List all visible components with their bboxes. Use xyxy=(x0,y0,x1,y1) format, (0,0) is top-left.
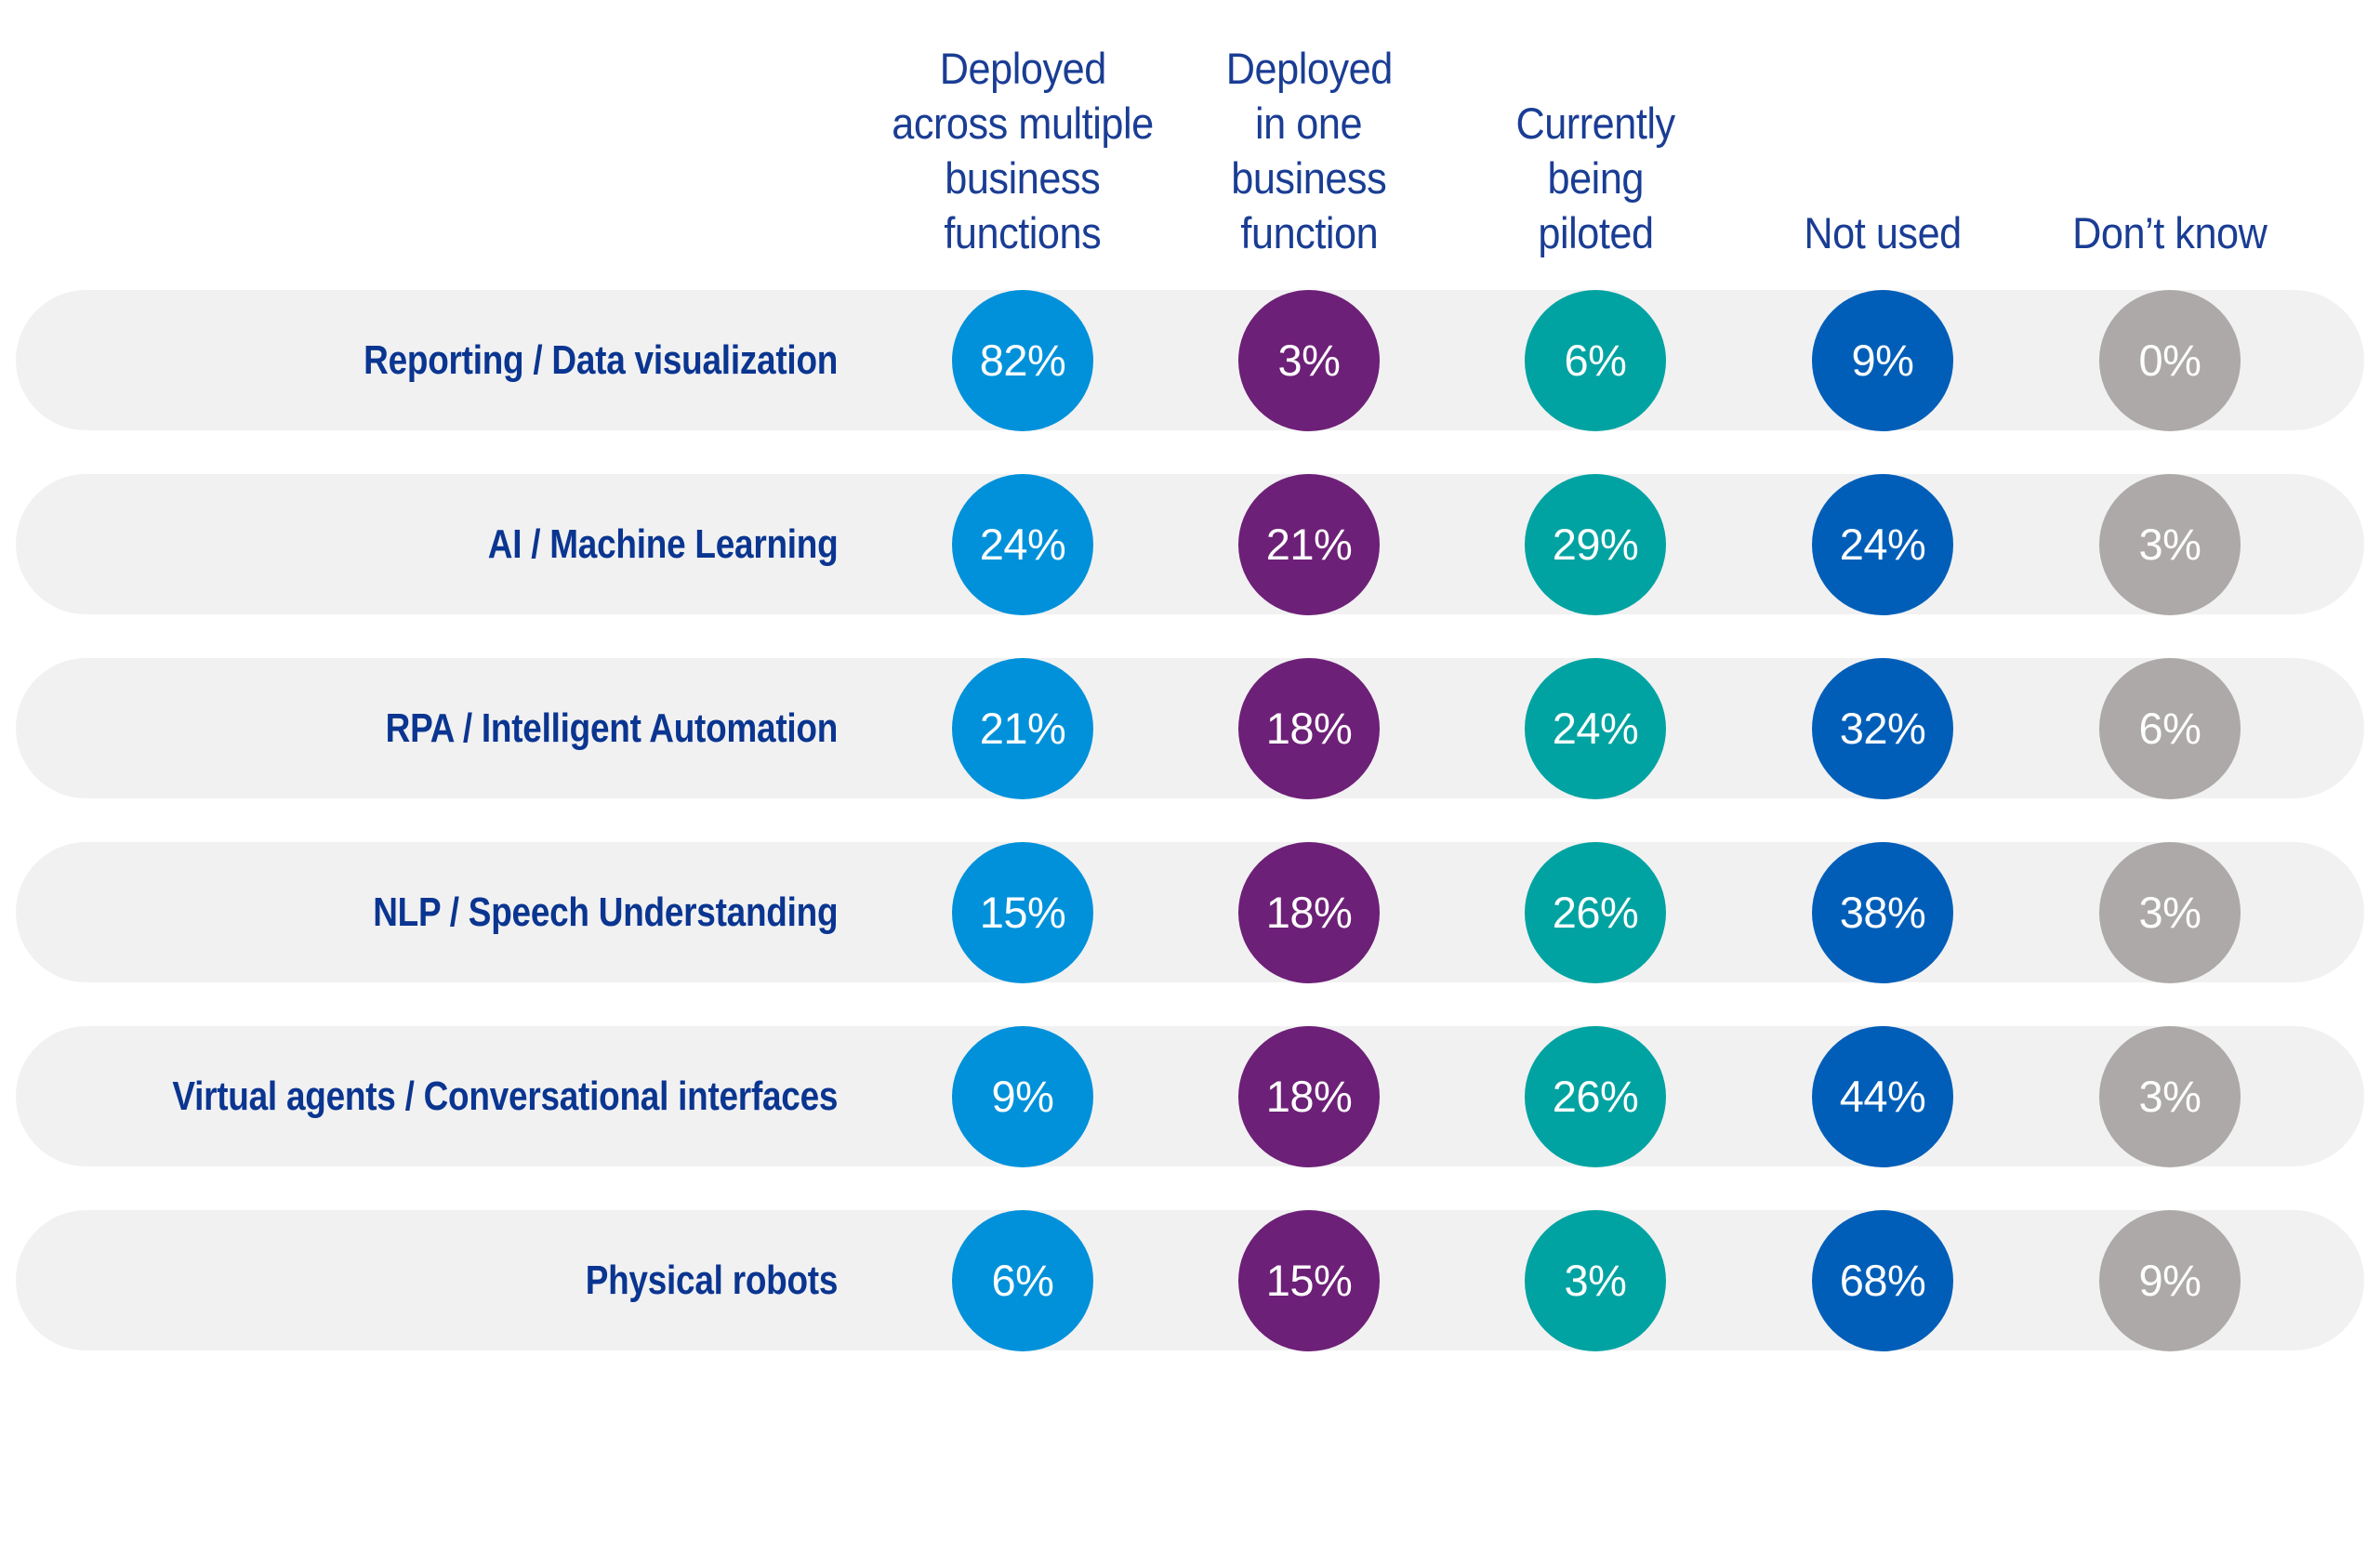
value-label: 3% xyxy=(1564,1256,1627,1305)
value-bubble-one: 3% xyxy=(1238,289,1380,431)
value-label: 3% xyxy=(1277,336,1341,385)
value-bubble-pilot: 26% xyxy=(1525,841,1666,983)
value-bubble-multi: 82% xyxy=(952,289,1093,431)
value-label: 3% xyxy=(2138,520,2202,569)
column-header-line: piloted xyxy=(1537,208,1654,257)
value-label: 38% xyxy=(1839,888,1926,937)
value-label: 9% xyxy=(2138,1256,2202,1305)
value-bubble-one: 15% xyxy=(1238,1209,1380,1351)
row-label: NLP / Speech Understanding xyxy=(372,889,838,935)
row-label: AI / Machine Learning xyxy=(487,520,838,567)
column-header-line: being xyxy=(1547,153,1644,203)
column-header-line: functions xyxy=(944,208,1102,257)
column-header-one: Deployed in one business function xyxy=(1151,37,1467,260)
value-label: 9% xyxy=(1851,336,1914,385)
value-label: 0% xyxy=(2138,336,2202,385)
technology-adoption-chart: Deployed across multiple business functions… xyxy=(0,0,2380,1554)
value-bubble-notused: 68% xyxy=(1812,1209,1953,1351)
value-label: 26% xyxy=(1552,888,1639,937)
value-label: 15% xyxy=(979,888,1066,937)
value-bubble-one: 18% xyxy=(1238,841,1380,983)
value-label: 9% xyxy=(991,1072,1054,1121)
row-background xyxy=(16,1210,2364,1350)
value-bubble-notused: 9% xyxy=(1812,289,1953,431)
value-bubble-dontknow: 6% xyxy=(2099,657,2241,799)
value-label: 6% xyxy=(1564,336,1627,385)
column-header-line: Currently xyxy=(1515,99,1675,148)
value-bubble-dontknow: 3% xyxy=(2099,841,2241,983)
value-bubble-one: 21% xyxy=(1238,473,1380,615)
value-bubble-pilot: 29% xyxy=(1525,473,1666,615)
row-label: Reporting / Data visualization xyxy=(364,336,838,383)
value-bubble-notused: 32% xyxy=(1812,657,1953,799)
column-header-dontknow: Don’t know xyxy=(2012,37,2328,260)
row-label: RPA / Intelligent Automation xyxy=(385,705,839,751)
row-label: Virtual agents / Conversational interfac… xyxy=(172,1073,838,1119)
column-header-line: Deployed xyxy=(1225,44,1393,93)
value-label: 18% xyxy=(1265,704,1353,753)
value-label: 29% xyxy=(1552,520,1639,569)
value-label: 18% xyxy=(1265,1072,1353,1121)
value-label: 68% xyxy=(1839,1256,1926,1305)
value-label: 6% xyxy=(991,1256,1054,1305)
value-bubble-one: 18% xyxy=(1238,1025,1380,1167)
value-bubble-dontknow: 0% xyxy=(2099,289,2241,431)
value-bubble-multi: 9% xyxy=(952,1025,1093,1167)
value-label: 15% xyxy=(1265,1256,1353,1305)
column-header-line: business xyxy=(945,153,1101,203)
value-bubble-dontknow: 3% xyxy=(2099,473,2241,615)
row-background xyxy=(16,474,2364,614)
value-label: 26% xyxy=(1552,1072,1639,1121)
value-bubble-multi: 15% xyxy=(952,841,1093,983)
value-label: 6% xyxy=(2138,704,2202,753)
row-background xyxy=(16,842,2364,982)
column-header-pilot: Currently being piloted xyxy=(1437,37,1753,260)
column-header-line: Don’t know xyxy=(2072,208,2268,257)
row-label: Physical robots xyxy=(585,1257,839,1303)
value-bubble-multi: 21% xyxy=(952,657,1093,799)
column-header-line: Not used xyxy=(1804,208,1962,257)
value-bubble-notused: 38% xyxy=(1812,841,1953,983)
value-bubble-dontknow: 3% xyxy=(2099,1025,2241,1167)
column-header-multi: Deployed across multiple business functions xyxy=(865,37,1181,260)
value-bubble-notused: 44% xyxy=(1812,1025,1953,1167)
column-header-notused: Not used xyxy=(1725,37,2041,260)
value-label: 3% xyxy=(2138,1072,2202,1121)
value-label: 82% xyxy=(979,336,1066,385)
value-label: 21% xyxy=(1265,520,1353,569)
column-header-line: across multiple xyxy=(892,99,1154,148)
value-bubble-one: 18% xyxy=(1238,657,1380,799)
value-label: 24% xyxy=(1839,520,1926,569)
value-label: 3% xyxy=(2138,888,2202,937)
value-bubble-pilot: 6% xyxy=(1525,289,1666,431)
value-label: 24% xyxy=(1552,704,1639,753)
value-label: 44% xyxy=(1839,1072,1926,1121)
column-header-line: in one xyxy=(1255,99,1363,148)
value-label: 32% xyxy=(1839,704,1926,753)
value-label: 24% xyxy=(979,520,1066,569)
column-header-line: business xyxy=(1231,153,1387,203)
value-bubble-pilot: 24% xyxy=(1525,657,1666,799)
value-bubble-pilot: 3% xyxy=(1525,1209,1666,1351)
value-bubble-pilot: 26% xyxy=(1525,1025,1666,1167)
value-bubble-multi: 24% xyxy=(952,473,1093,615)
value-bubble-notused: 24% xyxy=(1812,473,1953,615)
value-label: 18% xyxy=(1265,888,1353,937)
value-label: 21% xyxy=(979,704,1066,753)
value-bubble-dontknow: 9% xyxy=(2099,1209,2241,1351)
row-background xyxy=(16,658,2364,798)
column-header-line: function xyxy=(1240,208,1378,257)
column-header-line: Deployed xyxy=(939,44,1106,93)
value-bubble-multi: 6% xyxy=(952,1209,1093,1351)
